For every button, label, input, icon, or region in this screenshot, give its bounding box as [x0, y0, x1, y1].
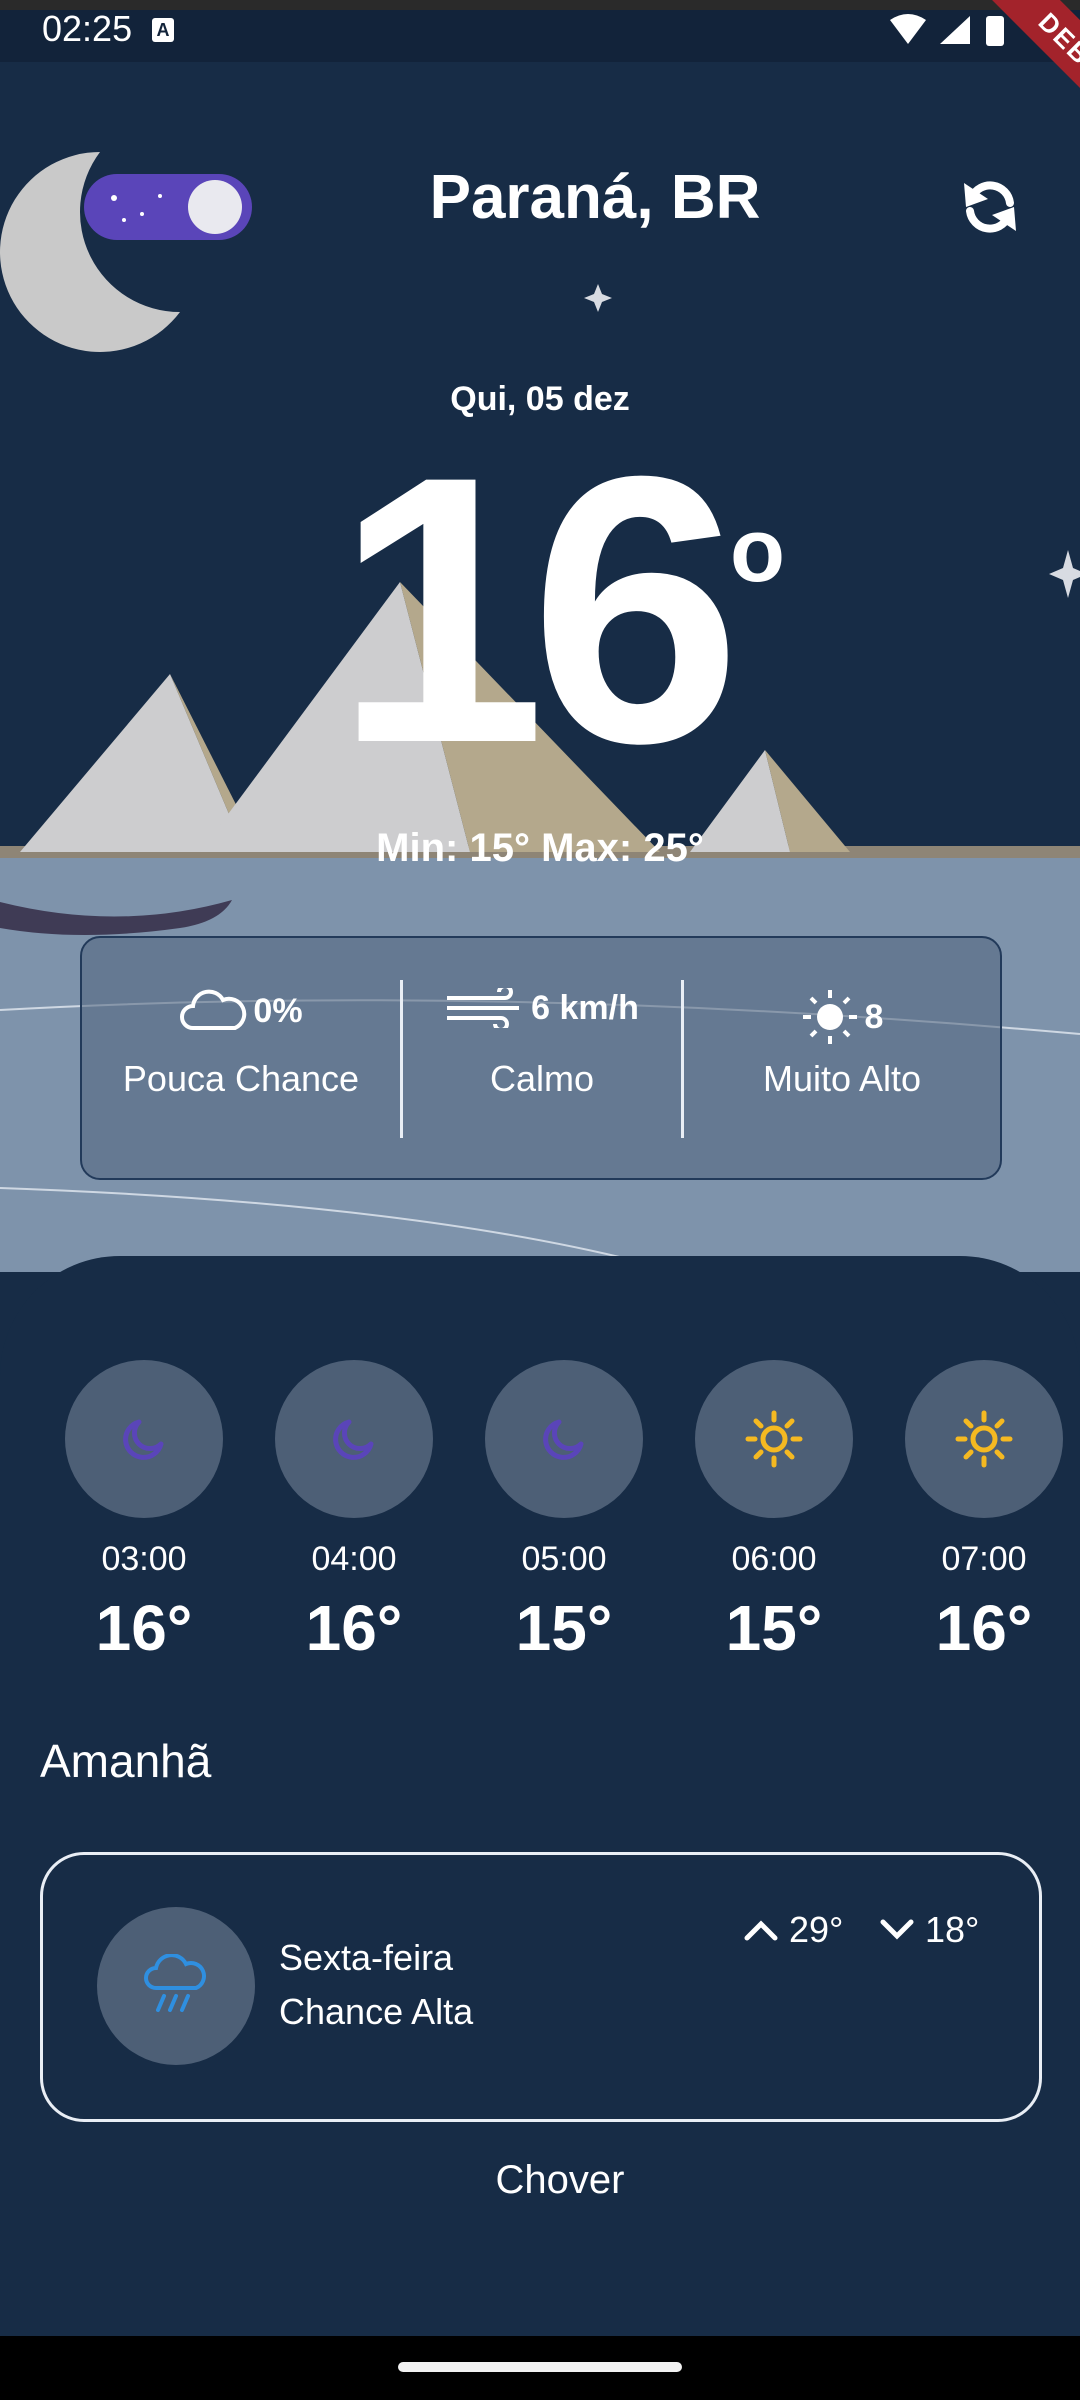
- uv-detail: 8 Muito Alto: [684, 938, 1000, 1178]
- hour-time: 03:00: [101, 1540, 187, 1578]
- home-gesture-handle[interactable]: [398, 2362, 682, 2372]
- tomorrow-max-value: 29°: [789, 1909, 844, 1950]
- hour-icon-circle: [485, 1360, 643, 1518]
- notification-icon: A: [152, 18, 174, 42]
- chevron-up-icon: [744, 1920, 778, 1941]
- status-bar-top-strip: [0, 0, 1080, 10]
- sun-icon: [745, 1410, 803, 1468]
- moon-icon: [333, 1419, 374, 1460]
- tomorrow-card[interactable]: Sexta-feira Chance Alta 29° 18°: [40, 1852, 1042, 2122]
- moon-icon: [123, 1419, 164, 1460]
- hour-time: 06:00: [731, 1540, 817, 1578]
- min-max-temperature: Min: 15° Max: 25°: [376, 826, 704, 870]
- hour-time: 07:00: [941, 1540, 1027, 1578]
- tomorrow-min-value: 18°: [925, 1909, 980, 1950]
- wind-label: Calmo: [489, 1058, 595, 1099]
- moon-icon: [543, 1419, 584, 1460]
- star-icon: [584, 284, 612, 312]
- hourly-item[interactable]: 05:00 15°: [484, 1360, 644, 1665]
- signal-icon: [940, 16, 970, 44]
- hour-icon-circle: [275, 1360, 433, 1518]
- hour-temperature: 15°: [725, 1592, 823, 1664]
- wind-icon: [447, 988, 520, 1028]
- wind-speed-value: 6 km/h: [531, 988, 639, 1027]
- hourly-item[interactable]: 07:00 16°: [904, 1360, 1064, 1665]
- hour-temperature: 16°: [305, 1592, 403, 1664]
- wifi-icon: [890, 14, 926, 44]
- degree-symbol: o: [730, 501, 785, 601]
- rain-chance-value: 0%: [253, 991, 303, 1030]
- tomorrow-day: Sexta-feira: [279, 1937, 454, 1978]
- rain-chance-label: Pouca Chance: [122, 1058, 360, 1099]
- cloud-icon: [180, 989, 247, 1030]
- star-icon: [1049, 550, 1080, 598]
- wind-detail: 6 km/h Calmo: [403, 938, 681, 1178]
- battery-icon: [986, 16, 1004, 46]
- rain-detail: 0% Pouca Chance: [82, 938, 400, 1178]
- tomorrow-condition: Chover: [495, 2158, 625, 2202]
- current-temperature: 16: [334, 397, 742, 822]
- tomorrow-icon-circle: [97, 1907, 255, 2065]
- sun-icon: [955, 1410, 1013, 1468]
- refresh-icon: [964, 181, 1016, 233]
- location-title: Paraná, BR: [429, 163, 761, 232]
- boat: [0, 900, 232, 935]
- hour-time: 04:00: [311, 1540, 397, 1578]
- status-time: 02:25: [42, 8, 133, 49]
- hourly-item[interactable]: 06:00 15°: [694, 1360, 854, 1665]
- hour-icon-circle: [695, 1360, 853, 1518]
- uv-index-value: 8: [864, 997, 884, 1036]
- uv-label: Muito Alto: [762, 1058, 922, 1099]
- tomorrow-chance: Chance Alta: [279, 1991, 474, 2032]
- hour-temperature: 16°: [935, 1592, 1033, 1664]
- refresh-button[interactable]: [948, 170, 1032, 244]
- hour-icon-circle: [905, 1360, 1063, 1518]
- tomorrow-max: 29°: [743, 1909, 843, 1951]
- rain-cloud-icon: [144, 1954, 206, 2012]
- tomorrow-min: 18°: [879, 1909, 979, 1951]
- hour-icon-circle: [65, 1360, 223, 1518]
- tomorrow-heading: Amanhã: [40, 1735, 212, 1787]
- weather-details-card: 0% Pouca Chance 6 km/h Calmo 8 Muito Alt…: [80, 936, 1002, 1180]
- hourly-item[interactable]: 04:00 16°: [274, 1360, 434, 1665]
- hour-temperature: 15°: [515, 1592, 613, 1664]
- hour-temperature: 16°: [95, 1592, 193, 1664]
- hour-time: 05:00: [521, 1540, 607, 1578]
- hourly-item[interactable]: 03:00 16°: [64, 1360, 224, 1665]
- sun-icon: [802, 990, 857, 1044]
- chevron-down-icon: [880, 1919, 914, 1940]
